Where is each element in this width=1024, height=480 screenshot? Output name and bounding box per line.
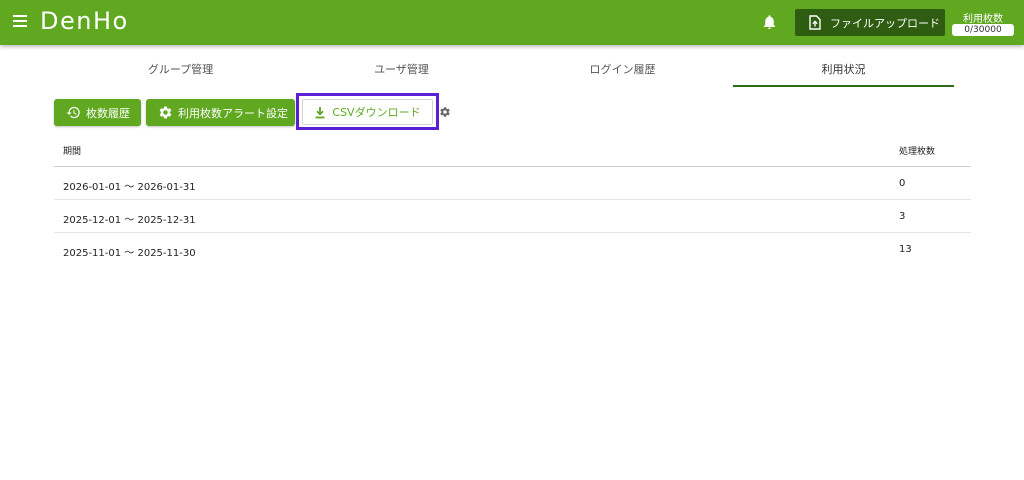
cell-count: 3: [899, 211, 906, 222]
usage-count: 0/30000: [952, 24, 1014, 36]
csv-download-button[interactable]: CSVダウンロード: [302, 99, 433, 125]
file-upload-icon: [809, 15, 821, 30]
header-processed-count: 処理枚数: [899, 147, 936, 157]
tab-group-management[interactable]: グループ管理: [70, 55, 291, 87]
table-row: 2025-11-01 〜 2025-11-30 13: [54, 233, 971, 266]
settings-icon[interactable]: [439, 106, 451, 118]
download-icon: [315, 106, 325, 118]
history-button[interactable]: 枚数履歴: [54, 99, 141, 126]
usage-alert-settings-button[interactable]: 利用枚数アラート設定: [146, 99, 295, 126]
tab-bar: グループ管理 ユーザ管理 ログイン履歴 利用状況: [70, 55, 954, 87]
tab-login-history[interactable]: ログイン履歴: [512, 55, 733, 87]
history-icon: [66, 106, 80, 119]
usage-table: 期間 処理枚数 2026-01-01 〜 2026-01-31 0 2025-1…: [54, 132, 971, 266]
menu-icon[interactable]: [13, 15, 27, 27]
header-period: 期間: [63, 147, 82, 157]
tab-user-management[interactable]: ユーザ管理: [291, 55, 512, 87]
bell-icon[interactable]: [761, 13, 778, 31]
csv-download-label: CSVダウンロード: [332, 106, 421, 119]
app-bar: DenHo ファイルアップロード 利用枚数 0/30000: [0, 0, 1024, 45]
cell-period: 2025-12-01 〜 2025-12-31: [63, 215, 196, 226]
tab-usage-status[interactable]: 利用状況: [733, 55, 954, 87]
table-row: 2026-01-01 〜 2026-01-31 0: [54, 167, 971, 200]
file-upload-button[interactable]: ファイルアップロード: [795, 9, 945, 36]
cell-period: 2025-11-01 〜 2025-11-30: [63, 248, 196, 259]
usage-alert-settings-label: 利用枚数アラート設定: [178, 106, 288, 120]
usage-label: 利用枚数: [963, 14, 1003, 25]
history-label: 枚数履歴: [86, 106, 130, 120]
gear-icon: [159, 106, 172, 119]
cell-count: 13: [899, 244, 912, 255]
table-row: 2025-12-01 〜 2025-12-31 3: [54, 200, 971, 233]
app-logo[interactable]: DenHo: [40, 7, 129, 35]
cell-period: 2026-01-01 〜 2026-01-31: [63, 182, 196, 193]
file-upload-label: ファイルアップロード: [830, 16, 940, 30]
table-header: 期間 処理枚数: [54, 132, 971, 167]
cell-count: 0: [899, 178, 906, 189]
